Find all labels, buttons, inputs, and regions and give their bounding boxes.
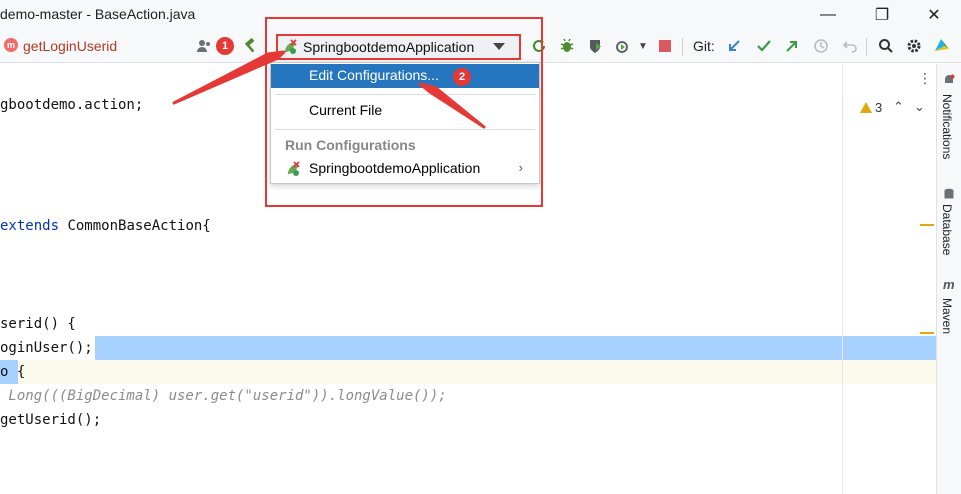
close-window-button[interactable]: ✕ — [914, 0, 954, 30]
code-text: oginUser(); — [0, 340, 93, 356]
annotation-badge-1: 1 — [216, 37, 234, 55]
code-line[interactable]: serid() { — [0, 312, 76, 336]
code-line[interactable]: gbootdemo.action; — [0, 93, 143, 117]
code-text: gbootdemo.action; — [0, 97, 144, 113]
stop-icon[interactable] — [655, 36, 675, 56]
method-icon: m — [4, 38, 18, 52]
previous-problem-icon[interactable]: ⌃ — [893, 99, 904, 115]
maven-icon: m — [943, 277, 955, 292]
database-tab[interactable]: Database — [940, 204, 954, 255]
code-text: o { — [0, 364, 26, 380]
code-line[interactable]: o { — [0, 360, 25, 384]
code-line[interactable]: oginUser(); — [0, 336, 93, 360]
maven-tab[interactable]: Maven — [940, 298, 954, 334]
hammer-icon[interactable] — [240, 36, 260, 56]
restore-button[interactable]: ❐ — [862, 0, 902, 30]
more-run-actions[interactable]: ▼ — [633, 36, 653, 56]
close-icon: ✕ — [927, 7, 941, 24]
notifications-tab[interactable]: Notifications — [940, 94, 954, 159]
user-icon[interactable] — [194, 36, 214, 56]
git-commit-icon[interactable] — [754, 36, 774, 56]
search-icon[interactable] — [876, 36, 896, 56]
restore-icon: ❐ — [874, 7, 890, 24]
bell-icon — [943, 74, 955, 89]
code-text: CommonBaseAction{ — [59, 218, 211, 234]
git-push-icon[interactable] — [782, 36, 802, 56]
annotation-config-box — [276, 34, 521, 60]
gear-icon[interactable] — [904, 36, 924, 56]
code-text: serid() { — [0, 316, 76, 332]
warning-icon — [860, 102, 872, 113]
warning-stripe-marker[interactable] — [920, 332, 934, 334]
window-title: demo-master - BaseAction.java — [0, 6, 196, 22]
code-comment: Long(((BigDecimal) user.get("userid")).l… — [0, 388, 447, 404]
code-line[interactable]: getUserid(); — [0, 408, 101, 432]
toolbar-divider — [682, 38, 683, 56]
annotation-badge-2: 2 — [453, 68, 471, 86]
ide-window: demo-master - BaseAction.java — ❐ ✕ m ge… — [0, 0, 961, 494]
right-tool-strip: Notifications Database m Maven — [936, 64, 961, 494]
inspection-widget[interactable]: 3 — [860, 100, 882, 115]
rollback-icon[interactable] — [840, 36, 860, 56]
chevron-down-icon: ▼ — [638, 40, 648, 52]
plugin-icon[interactable] — [932, 36, 952, 56]
coverage-icon[interactable] — [585, 36, 605, 56]
profile-icon[interactable] — [613, 36, 633, 56]
text-selection — [95, 336, 936, 360]
code-line[interactable]: Long(((BigDecimal) user.get("userid")).l… — [0, 384, 447, 408]
right-margin-guide — [842, 64, 843, 494]
editor-options-icon[interactable]: ⋮ — [918, 70, 932, 87]
debug-icon[interactable] — [557, 36, 577, 56]
code-text: getUserid(); — [0, 412, 102, 428]
history-icon[interactable] — [811, 36, 831, 56]
code-keyword: extends — [0, 218, 60, 234]
caret-line-highlight — [0, 360, 936, 384]
warning-stripe-marker[interactable] — [920, 224, 934, 226]
minimize-button[interactable]: — — [808, 0, 848, 30]
method-label: getLoginUserid — [23, 38, 118, 54]
database-icon — [943, 188, 955, 203]
code-line[interactable]: extends CommonBaseAction{ — [0, 214, 211, 238]
minimize-icon: — — [820, 6, 836, 23]
git-update-icon[interactable] — [724, 36, 744, 56]
git-label: Git: — [693, 38, 715, 54]
toolbar-divider — [866, 38, 867, 56]
warning-count: 3 — [875, 100, 883, 115]
next-problem-icon[interactable]: ⌄ — [914, 99, 925, 115]
